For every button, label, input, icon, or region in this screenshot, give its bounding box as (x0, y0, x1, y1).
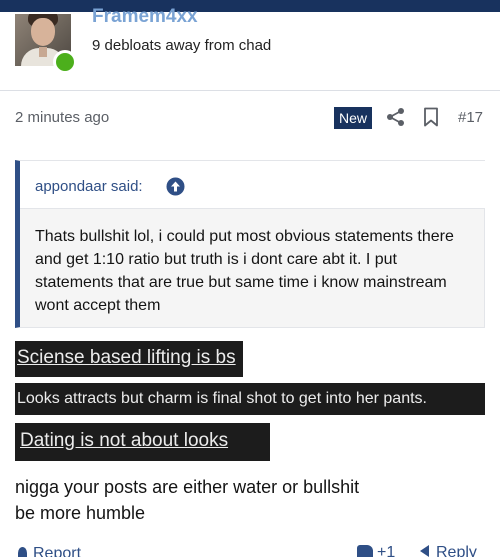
embedded-image-2: Looks attracts but charm is final shot t… (15, 383, 485, 415)
share-icon[interactable] (386, 107, 406, 127)
like-count: +1 (377, 544, 396, 557)
post-body: nigga your posts are either water or bul… (15, 474, 359, 526)
online-status-icon (53, 50, 77, 74)
embedded-image-3: Dating is not about looks (15, 423, 270, 461)
new-badge: New (334, 107, 373, 129)
quote-block: appondaar said: Thats bullshit lol, i co… (15, 160, 485, 328)
bookmark-icon[interactable] (422, 107, 440, 127)
post-actions: Report +1 Reply (0, 540, 500, 557)
post-body-line: nigga your posts are either water or bul… (15, 477, 360, 497)
username-link[interactable]: Framem4xx (92, 6, 198, 28)
quote-header: appondaar said: (20, 161, 485, 209)
reply-icon (420, 545, 429, 557)
quote-author-link[interactable]: appondaar said: (35, 178, 143, 195)
reply-label: Reply (436, 544, 477, 557)
top-navigation-bar (0, 0, 500, 12)
like-button[interactable]: +1 (357, 544, 395, 557)
embedded-image-1: Sciense based lifting is bs (15, 341, 243, 377)
arrow-up-circle-icon[interactable] (166, 177, 185, 196)
report-icon (18, 547, 27, 557)
report-label: Report (33, 545, 82, 557)
report-button[interactable]: Report (18, 545, 81, 557)
reply-button[interactable]: Reply (420, 544, 477, 557)
post-number-link[interactable]: #17 (458, 109, 483, 126)
quote-text: Thats bullshit lol, i could put most obv… (35, 228, 454, 314)
post-timestamp[interactable]: 2 minutes ago (15, 109, 109, 126)
user-header: Framem4xx 9 debloats away from chad (0, 6, 500, 91)
thumbs-up-icon (357, 545, 373, 557)
post-body-line: be more humble (15, 503, 146, 523)
post-meta-bar: 2 minutes ago New #17 (0, 91, 500, 146)
user-title: 9 debloats away from chad (92, 37, 272, 54)
